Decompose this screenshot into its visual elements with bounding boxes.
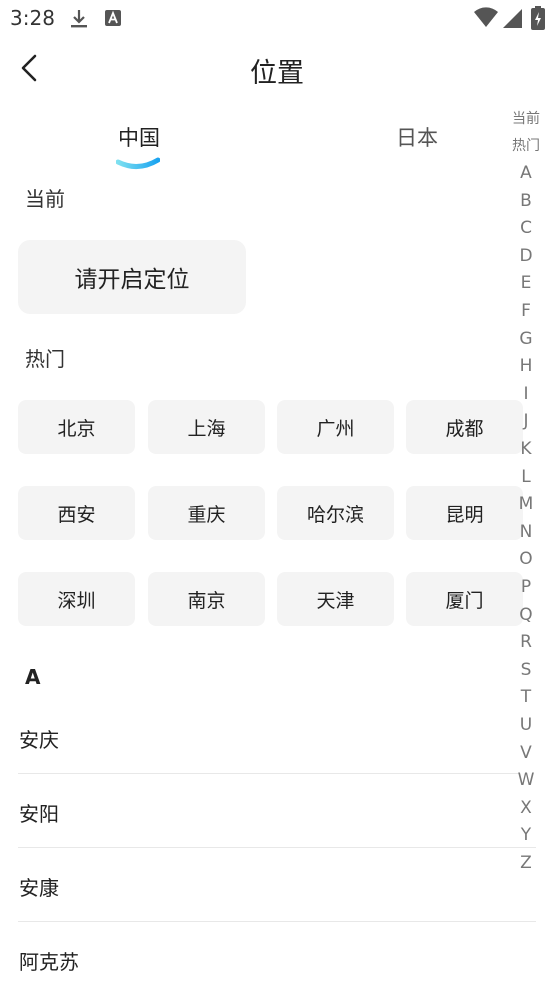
index-item-letter[interactable]: G — [506, 329, 546, 349]
index-item-letter[interactable]: F — [506, 301, 546, 321]
city-name: 安康 — [19, 876, 59, 900]
navigation-bar: 位置 — [0, 40, 554, 100]
city-list-item[interactable]: 安庆 — [18, 700, 536, 774]
hot-city-chip[interactable]: 深圳 — [18, 572, 135, 626]
index-item-letter[interactable]: J — [506, 411, 546, 431]
group-letter-header: A — [25, 665, 41, 689]
download-icon — [68, 8, 90, 34]
index-item-letter[interactable]: Z — [506, 853, 546, 873]
index-item-letter[interactable]: N — [506, 522, 546, 542]
index-item-letter[interactable]: Q — [506, 605, 546, 625]
tab-japan[interactable]: 日本 — [396, 122, 438, 152]
city-list-item[interactable]: 阿克苏 — [18, 922, 536, 984]
hot-city-chip[interactable]: 天津 — [277, 572, 394, 626]
hot-city-chip[interactable]: 广州 — [277, 400, 394, 454]
tab-china[interactable]: 中国 — [118, 122, 160, 152]
index-item-letter[interactable]: T — [506, 687, 546, 707]
index-item-letter[interactable]: C — [506, 218, 546, 238]
city-name: 安阳 — [19, 802, 59, 826]
index-item-letter[interactable]: X — [506, 798, 546, 818]
index-item-letter[interactable]: M — [506, 494, 546, 514]
index-item-letter[interactable]: O — [506, 549, 546, 569]
index-item-hot[interactable]: 热门 — [506, 135, 546, 155]
app-notification-icon — [103, 8, 123, 32]
index-item-letter[interactable]: R — [506, 632, 546, 652]
index-item-letter[interactable]: U — [506, 715, 546, 735]
active-tab-indicator — [115, 156, 161, 172]
battery-icon — [531, 6, 545, 34]
cellular-signal-icon — [502, 7, 522, 33]
hot-section-label: 热门 — [25, 347, 65, 371]
hot-city-chip[interactable]: 南京 — [148, 572, 265, 626]
index-item-letter[interactable]: Y — [506, 825, 546, 845]
index-item-letter[interactable]: K — [506, 439, 546, 459]
index-item-letter[interactable]: B — [506, 191, 546, 211]
index-item-current[interactable]: 当前 — [506, 108, 546, 128]
index-item-letter[interactable]: D — [506, 246, 546, 266]
enable-location-button[interactable]: 请开启定位 — [18, 240, 246, 314]
page-title: 位置 — [250, 58, 304, 89]
index-item-letter[interactable]: E — [506, 273, 546, 293]
index-item-letter[interactable]: W — [506, 770, 546, 790]
status-time: 3:28 — [10, 6, 55, 30]
hot-city-chip[interactable]: 北京 — [18, 400, 135, 454]
city-name: 安庆 — [19, 728, 59, 752]
hot-city-chip[interactable]: 重庆 — [148, 486, 265, 540]
hot-city-chip[interactable]: 西安 — [18, 486, 135, 540]
wifi-icon — [474, 7, 498, 33]
index-item-letter[interactable]: L — [506, 467, 546, 487]
index-item-letter[interactable]: A — [506, 163, 546, 183]
hot-city-chip[interactable]: 上海 — [148, 400, 265, 454]
index-item-letter[interactable]: S — [506, 660, 546, 680]
hot-city-chip[interactable]: 哈尔滨 — [277, 486, 394, 540]
city-list-item[interactable]: 安康 — [18, 848, 536, 922]
status-bar: 3:28 — [0, 0, 554, 36]
city-name: 阿克苏 — [19, 950, 79, 974]
index-item-letter[interactable]: I — [506, 384, 546, 404]
index-item-letter[interactable]: P — [506, 577, 546, 597]
index-item-letter[interactable]: V — [506, 743, 546, 763]
city-list-item[interactable]: 安阳 — [18, 774, 536, 848]
current-section-label: 当前 — [25, 187, 65, 211]
index-item-letter[interactable]: H — [506, 356, 546, 376]
